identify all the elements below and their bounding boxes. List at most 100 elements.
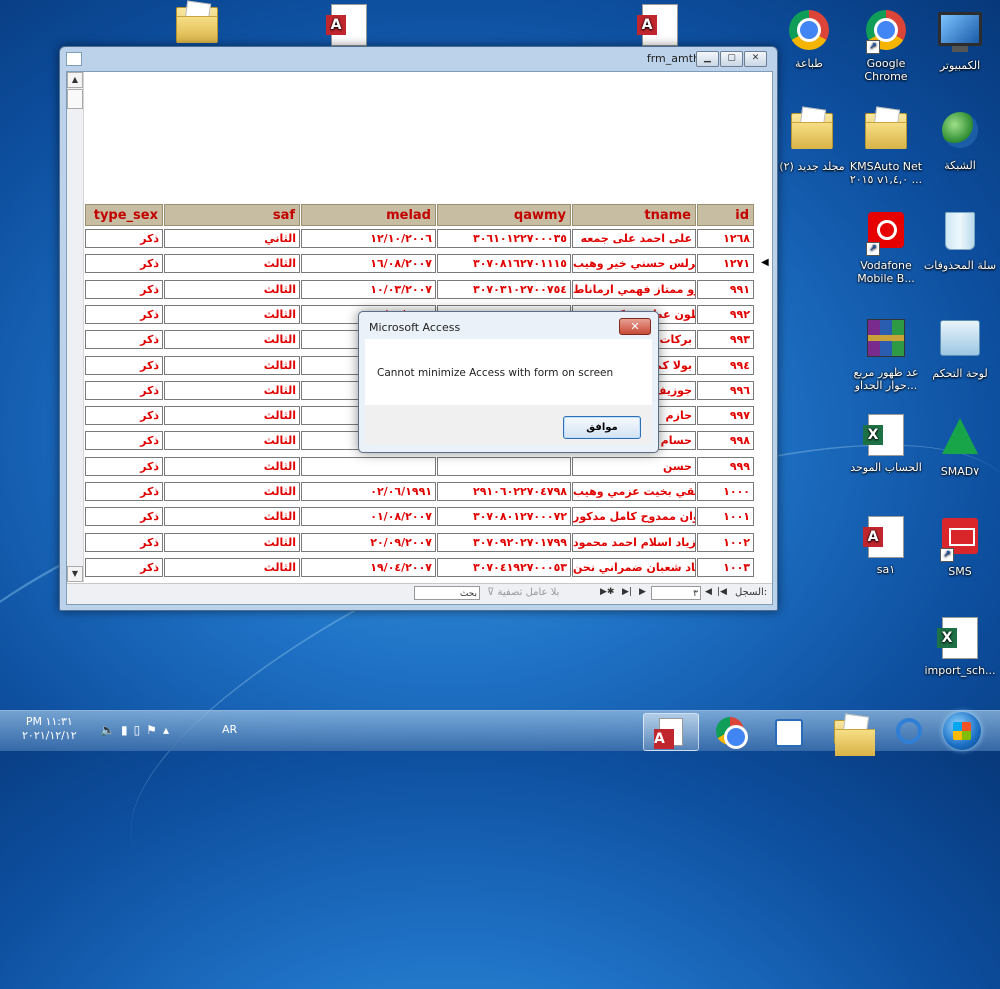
table-cell-qawmy[interactable]: ٣٠٧٠٨١٦٢٧٠١١١٥ xyxy=(437,254,571,274)
table-cell-melad[interactable]: ٢٠/٠٩/٢٠٠٧ xyxy=(301,532,436,552)
first-record-icon[interactable]: |◀ xyxy=(717,587,727,597)
next-record-icon[interactable]: ▶ xyxy=(639,587,646,597)
top-access-icon-1[interactable] xyxy=(309,2,389,51)
close-button[interactable]: ✕ xyxy=(744,51,767,67)
minimize-button[interactable]: ▁ xyxy=(696,51,719,67)
table-cell-saf[interactable]: الثالث xyxy=(164,557,300,577)
table-cell-qawmy[interactable]: ٣٠٧٠٨٠١٢٧٠٠٠٧٢ xyxy=(437,507,571,527)
table-cell-type-sex[interactable]: ذكر xyxy=(85,304,163,324)
clock[interactable]: PM ١١:٣١ ٢٠٢١/١٢/١٢ xyxy=(22,715,77,743)
table-cell-melad[interactable]: ٠١/٠٨/٢٠٠٧ xyxy=(301,507,436,527)
table-cell-type-sex[interactable]: ذكر xyxy=(85,355,163,375)
table-cell-saf[interactable]: الثالث xyxy=(164,456,300,476)
table-cell-saf[interactable]: الثالث xyxy=(164,406,300,426)
signal-icon[interactable]: ▮ xyxy=(121,723,134,737)
table-cell-type-sex[interactable]: ذكر xyxy=(85,456,163,476)
table-cell-id[interactable]: ٩٩٣ xyxy=(697,330,754,350)
table-cell-tname[interactable]: زياد اسلام احمد محمود xyxy=(572,532,696,552)
table-cell-id[interactable]: ٩٩٤ xyxy=(697,355,754,375)
table-cell-qawmy[interactable] xyxy=(437,456,571,476)
table-cell-melad[interactable]: ١٦/٠٨/٢٠٠٧ xyxy=(301,254,436,274)
table-cell-id[interactable]: ١٠٠٠ xyxy=(697,482,754,501)
ok-button[interactable]: موافق xyxy=(563,416,641,439)
desktop-icon-smad[interactable]: SMAD٧ xyxy=(920,412,1000,478)
filter-indicator[interactable]: ⊽ بلا عامل تصفية xyxy=(487,587,559,598)
table-cell-saf[interactable]: الثاني xyxy=(164,229,300,248)
show-hidden-icon[interactable]: ▴ xyxy=(163,723,175,737)
table-cell-saf[interactable]: الثالث xyxy=(164,380,300,400)
new-record-icon[interactable]: ▶✱ xyxy=(600,587,614,597)
table-cell-id[interactable]: ٩٩٩ xyxy=(697,456,754,476)
maximize-button[interactable]: ▢ xyxy=(720,51,743,67)
desktop-icon-accounting[interactable]: الحساب الموحد xyxy=(846,412,926,474)
table-cell-type-sex[interactable]: ذكر xyxy=(85,507,163,527)
table-cell-type-sex[interactable]: ذكر xyxy=(85,330,163,350)
table-cell-type-sex[interactable]: ذكر xyxy=(85,254,163,274)
table-cell-qawmy[interactable]: ٢٩١٠٦٠٢٢٧٠٤٧٩٨ xyxy=(437,482,571,501)
table-cell-type-sex[interactable]: ذكر xyxy=(85,431,163,451)
taskbar-media-button[interactable] xyxy=(762,713,816,749)
start-button[interactable] xyxy=(943,712,981,750)
desktop-icon-vodafone[interactable]: ↗ Vodafone Mobile B... xyxy=(846,208,926,285)
scroll-down-icon[interactable]: ▼ xyxy=(67,566,83,582)
table-cell-saf[interactable]: الثالث xyxy=(164,304,300,324)
table-cell-type-sex[interactable]: ذكر xyxy=(85,532,163,552)
table-cell-qawmy[interactable]: ٣٠٦١٠١٢٢٧٠٠٠٣٥ xyxy=(437,229,571,248)
column-header-tname[interactable]: tname xyxy=(572,204,696,226)
table-cell-melad[interactable]: ١٢/١٠/٢٠٠٦ xyxy=(301,229,436,248)
table-cell-id[interactable]: ٩٩٦ xyxy=(697,380,754,400)
table-cell-type-sex[interactable]: ذكر xyxy=(85,279,163,299)
table-cell-tname[interactable]: حسن xyxy=(572,456,696,476)
table-cell-saf[interactable]: الثالث xyxy=(164,355,300,375)
last-record-icon[interactable]: ▶| xyxy=(622,587,632,597)
language-indicator[interactable]: AR xyxy=(222,723,237,736)
table-cell-tname[interactable]: كيرلس حسني خير وهيب xyxy=(572,254,696,274)
column-header-saf[interactable]: saf xyxy=(164,204,300,226)
volume-icon[interactable]: 🔈 xyxy=(100,723,121,737)
table-cell-melad[interactable]: ١٩/٠٤/٢٠٠٧ xyxy=(301,557,436,577)
table-cell-saf[interactable]: الثالث xyxy=(164,279,300,299)
table-cell-saf[interactable]: الثالث xyxy=(164,431,300,451)
desktop-icon-control-panel[interactable]: لوحة التحكم xyxy=(920,315,1000,380)
table-cell-id[interactable]: ٩٩٨ xyxy=(697,431,754,451)
desktop-icon-printing[interactable]: طباعة xyxy=(769,8,849,70)
table-cell-type-sex[interactable]: ذكر xyxy=(85,229,163,248)
vertical-scrollbar[interactable]: ▲ ▼ xyxy=(67,72,84,582)
table-cell-melad[interactable]: ٠٢/٠٦/١٩٩١ xyxy=(301,482,436,501)
desktop-icon-computer[interactable]: الكمبيوتر xyxy=(920,8,1000,72)
desktop-icon-recycle-bin[interactable]: سلة المحذوفات xyxy=(920,208,1000,272)
taskbar-explorer-button[interactable] xyxy=(822,713,876,756)
table-cell-saf[interactable]: الثالث xyxy=(164,482,300,501)
table-cell-melad[interactable] xyxy=(301,456,436,476)
desktop-icon-sms[interactable]: ↗ SMS xyxy=(920,514,1000,578)
scroll-up-icon[interactable]: ▲ xyxy=(67,72,83,88)
column-header-type-sex[interactable]: type_sex xyxy=(85,204,163,226)
table-cell-id[interactable]: ٩٩٢ xyxy=(697,304,754,324)
table-cell-id[interactable]: ١٢٦٨ xyxy=(697,229,754,248)
record-number-box[interactable]: ٣ xyxy=(651,586,701,600)
search-box[interactable]: بحث xyxy=(414,586,480,600)
table-cell-id[interactable]: ١٠٠١ xyxy=(697,507,754,527)
column-header-melad[interactable]: melad xyxy=(301,204,436,226)
table-cell-tname[interactable]: رزيقي بخيت عزمي وهيب xyxy=(572,482,696,501)
desktop-icon-new-folder[interactable]: مجلد جديد (٢) xyxy=(772,108,852,173)
table-cell-qawmy[interactable]: ٣٠٧٠٩٢٠٢٧٠١٧٩٩ xyxy=(437,532,571,552)
desktop-icon-kmsauto[interactable]: KMSAuto Net ٢٠١٥ v١,٤,٠ ... xyxy=(846,108,926,186)
dialog-close-button[interactable]: ✕ xyxy=(619,318,651,335)
desktop-icon-sa1[interactable]: sa١ xyxy=(846,514,926,576)
table-cell-tname[interactable]: زياد شعبان ضمراني نحن xyxy=(572,557,696,577)
taskbar-access-button[interactable] xyxy=(643,713,699,751)
top-access-icon-2[interactable] xyxy=(620,2,700,51)
scroll-thumb[interactable] xyxy=(67,89,83,109)
desktop-icon-winrar[interactable]: عد ظهور مربع ...حوار الجداو xyxy=(846,315,926,392)
table-cell-type-sex[interactable]: ذكر xyxy=(85,557,163,577)
desktop-icon-network[interactable]: الشبكة xyxy=(920,108,1000,172)
previous-record-icon[interactable]: ◀ xyxy=(705,587,712,597)
taskbar-chrome-button[interactable] xyxy=(703,713,757,749)
table-cell-id[interactable]: ٩٩٧ xyxy=(697,406,754,426)
column-header-qawmy[interactable]: qawmy xyxy=(437,204,571,226)
table-cell-id[interactable]: ١٠٠٣ xyxy=(697,557,754,577)
table-cell-melad[interactable]: ١٠/٠٣/٢٠٠٧ xyxy=(301,279,436,299)
taskbar-ie-button[interactable] xyxy=(882,713,936,749)
table-cell-saf[interactable]: الثالث xyxy=(164,254,300,274)
